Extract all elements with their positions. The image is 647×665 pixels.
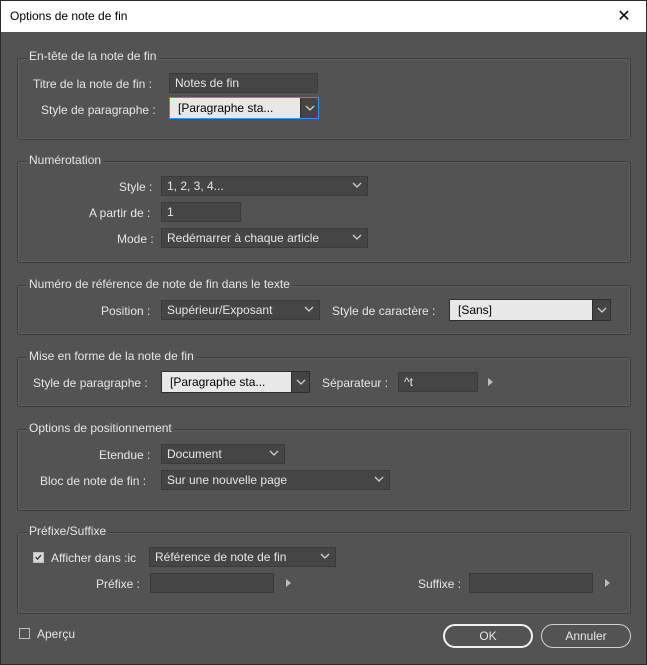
endnote-frame-value: Sur une nouvelle page <box>167 473 288 487</box>
format-para-style-label: Style de paragraphe : <box>33 376 148 390</box>
dialog-title: Options de note de fin <box>10 9 128 23</box>
format-group-legend: Mise en forme de la note de fin <box>27 349 196 363</box>
scope-value: Document <box>167 447 222 461</box>
positioning-group-legend: Options de positionnement <box>27 421 174 435</box>
endnote-title-input[interactable]: Notes de fin <box>169 73 318 93</box>
chevron-down-icon <box>296 379 306 385</box>
header-group-legend: En-tête de la note de fin <box>27 49 159 63</box>
format-para-style-value: [Paragraphe sta... <box>162 372 292 392</box>
prefix-input[interactable] <box>150 573 274 593</box>
position-label: Position : <box>101 304 151 318</box>
header-group <box>17 58 631 140</box>
endnote-options-dialog: Options de note de fin ✕ En-tête de la n… <box>0 0 647 665</box>
chevron-down-icon <box>305 105 315 111</box>
format-para-style-dropdown-button[interactable] <box>291 372 309 392</box>
header-para-style-label: Style de paragraphe : <box>41 103 156 117</box>
format-para-style-combo[interactable]: [Paragraphe sta... <box>161 371 310 393</box>
numbering-style-select[interactable]: 1, 2, 3, 4... <box>161 176 368 196</box>
ok-button[interactable]: OK <box>443 624 533 648</box>
endnote-title-label: Titre de la note de fin : <box>33 77 152 91</box>
header-para-style-combo[interactable]: [Paragraphe sta... <box>169 97 319 119</box>
show-in-label: Afficher dans :ic <box>51 551 137 565</box>
numbering-style-value: 1, 2, 3, 4... <box>167 179 224 193</box>
suffix-input[interactable] <box>469 573 593 593</box>
suffix-label: Suffixe : <box>418 577 462 591</box>
start-at-label: A partir de : <box>89 206 151 220</box>
char-style-combo[interactable]: [Sans] <box>449 299 611 321</box>
endnote-frame-label: Bloc de note de fin : <box>40 474 147 488</box>
preview-label: Aperçu <box>37 627 76 641</box>
numbering-group-legend: Numérotation <box>27 153 104 167</box>
chevron-down-icon <box>597 307 607 313</box>
position-select[interactable]: Supérieur/Exposant <box>161 300 320 320</box>
separator-label: Séparateur : <box>322 376 389 390</box>
chevron-down-icon <box>320 553 330 559</box>
scope-select[interactable]: Document <box>161 444 285 464</box>
start-at-input[interactable]: 1 <box>161 202 241 222</box>
chevron-down-icon <box>374 476 384 482</box>
show-in-select[interactable]: Référence de note de fin <box>149 547 336 567</box>
separator-menu-arrow-icon[interactable] <box>488 378 493 386</box>
chevron-down-icon <box>269 450 279 456</box>
checkmark-icon <box>35 554 42 561</box>
char-style-label: Style de caractère : <box>332 304 436 318</box>
mode-value: Redémarrer à chaque article <box>167 231 320 245</box>
suffix-menu-arrow-icon[interactable] <box>605 579 610 587</box>
char-style-value: [Sans] <box>450 300 593 320</box>
reference-group-legend: Numéro de référence de note de fin dans … <box>27 277 292 291</box>
prefix-menu-arrow-icon[interactable] <box>286 579 291 587</box>
header-para-style-value: [Paragraphe sta... <box>170 98 301 118</box>
endnote-frame-select[interactable]: Sur une nouvelle page <box>161 470 390 490</box>
cancel-button[interactable]: Annuler <box>541 624 631 648</box>
mode-select[interactable]: Redémarrer à chaque article <box>161 228 368 248</box>
scope-label: Etendue : <box>99 448 151 462</box>
chevron-down-icon <box>352 234 362 240</box>
position-value: Supérieur/Exposant <box>167 303 273 317</box>
show-in-value: Référence de note de fin <box>155 550 287 564</box>
header-para-style-dropdown-button[interactable] <box>300 98 318 118</box>
chevron-down-icon <box>304 306 314 312</box>
preview-checkbox[interactable] <box>19 628 30 639</box>
numbering-style-label: Style : <box>119 180 153 194</box>
mode-label: Mode : <box>117 232 154 246</box>
chevron-down-icon <box>352 182 362 188</box>
prefix-suffix-group-legend: Préfixe/Suffixe <box>27 524 109 538</box>
close-icon[interactable]: ✕ <box>602 1 646 32</box>
show-in-checkbox[interactable] <box>33 552 44 563</box>
char-style-dropdown-button[interactable] <box>592 300 610 320</box>
title-bar: Options de note de fin ✕ <box>1 1 646 32</box>
separator-input[interactable]: ^t <box>398 372 478 392</box>
prefix-label: Préfixe : <box>96 577 141 591</box>
